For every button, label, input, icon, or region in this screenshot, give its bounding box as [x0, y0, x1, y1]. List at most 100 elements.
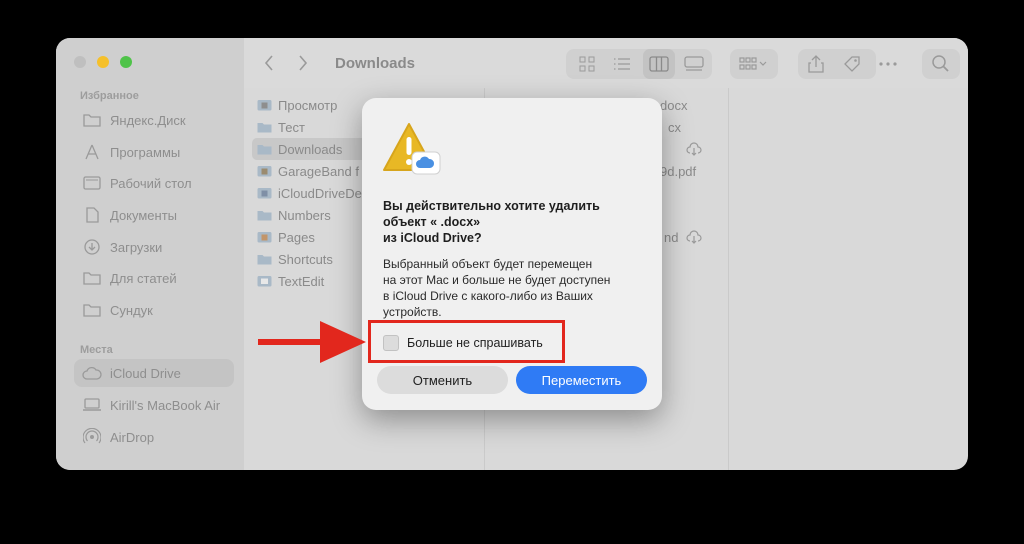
file-name: Тест — [278, 119, 305, 135]
app-folder-icon — [256, 165, 272, 178]
list-icon — [614, 58, 630, 70]
app-folder-icon — [256, 187, 272, 200]
sidebar-item-icloud-drive[interactable]: iCloud Drive — [74, 359, 234, 387]
document-icon — [82, 207, 102, 223]
applications-icon — [82, 144, 102, 160]
column-view-button[interactable] — [643, 49, 675, 79]
group-icon — [739, 57, 767, 70]
group-by-button[interactable] — [730, 49, 778, 79]
chevron-left-icon — [264, 55, 273, 71]
folder-icon — [82, 270, 102, 286]
app-folder-icon — [256, 253, 272, 266]
sidebar-item-desktop[interactable]: Рабочий стол — [74, 169, 234, 197]
annotation-arrow-icon — [258, 321, 366, 363]
sidebar-item-label: Сундук — [110, 302, 153, 318]
zoom-window-button[interactable] — [120, 56, 132, 68]
file-name-fragment: nd — [664, 230, 679, 245]
sidebar-item-macbook[interactable]: Kirill's MacBook Air — [74, 391, 234, 419]
sidebar-item-label: AirDrop — [110, 429, 155, 445]
ellipsis-icon — [879, 62, 897, 66]
list-item[interactable]: iCloudDriveDe — [256, 182, 362, 204]
list-item[interactable]: Тест — [256, 116, 305, 138]
icloud-download-icon[interactable] — [686, 142, 702, 161]
tag-button[interactable] — [838, 49, 866, 79]
file-name: iCloudDriveDe — [278, 185, 362, 201]
download-icon — [82, 239, 102, 255]
list-item[interactable]: Shortcuts — [256, 248, 333, 270]
sidebar-item-chest[interactable]: Сундук — [74, 296, 234, 324]
app-folder-icon — [256, 99, 272, 112]
tag-icon — [844, 56, 860, 72]
sidebar-item-label: Яндекс.Диск — [110, 112, 186, 128]
sidebar-item-yandex-disk[interactable]: Яндекс.Диск — [74, 106, 234, 134]
folder-icon — [82, 112, 102, 128]
file-name-fragment: cx — [668, 120, 681, 135]
file-name: Pages — [278, 229, 315, 245]
columns-icon — [649, 56, 669, 72]
delete-confirmation-dialog: Вы действительно хотите удалить объект «… — [362, 98, 662, 410]
icloud-icon — [82, 365, 102, 381]
file-name: Numbers — [278, 207, 331, 223]
desktop-icon — [82, 175, 102, 191]
file-name: GarageBand f — [278, 163, 359, 179]
list-item[interactable]: Просмотр — [256, 94, 337, 116]
sidebar-item-label: Загрузки — [110, 239, 163, 255]
list-item[interactable]: Numbers — [256, 204, 331, 226]
file-name: Просмотр — [278, 97, 338, 113]
folder-icon — [256, 121, 272, 134]
gallery-view-button[interactable] — [680, 49, 708, 79]
app-folder-icon — [256, 275, 272, 288]
sidebar-section-favorites: Избранное — [80, 90, 139, 102]
sidebar-item-applications[interactable]: Программы — [74, 138, 234, 166]
list-item[interactable]: TextEdit — [256, 270, 324, 292]
app-folder-icon — [256, 209, 272, 222]
sidebar-item-label: Программы — [110, 144, 181, 160]
file-name: TextEdit — [278, 273, 325, 289]
sidebar: Избранное Яндекс.Диск Программы Рабочий … — [56, 38, 244, 470]
column-divider — [728, 88, 729, 470]
folder-icon — [256, 143, 272, 156]
close-window-button[interactable] — [74, 56, 86, 68]
search-icon — [932, 55, 949, 72]
sidebar-section-places: Места — [80, 344, 113, 356]
sidebar-item-airdrop[interactable]: AirDrop — [74, 423, 234, 451]
file-name-fragment: 9d.pdf — [660, 164, 697, 179]
cancel-button[interactable]: Отменить — [377, 366, 508, 394]
forward-button[interactable] — [292, 52, 314, 74]
search-button[interactable] — [922, 49, 960, 79]
dialog-message-line: Выбранный объект будет перемещен — [383, 257, 593, 271]
back-button[interactable] — [258, 52, 280, 74]
dialog-message-line: устройств. — [383, 305, 442, 319]
more-actions-button[interactable] — [874, 49, 902, 79]
sidebar-item-label: Kirill's MacBook Air — [110, 397, 221, 413]
sidebar-item-label: iCloud Drive — [110, 365, 181, 381]
file-name-fragment: docx — [660, 98, 688, 113]
file-name: Downloads — [278, 141, 343, 157]
sidebar-item-documents[interactable]: Документы — [74, 201, 234, 229]
gallery-icon — [684, 56, 704, 71]
list-item[interactable]: Pages — [256, 226, 315, 248]
list-item[interactable]: GarageBand f — [256, 160, 359, 182]
sidebar-item-downloads[interactable]: Загрузки — [74, 233, 234, 261]
dialog-title: Вы действительно хотите удалить объект «… — [383, 198, 643, 246]
airdrop-icon — [82, 428, 102, 445]
dialog-message-line: на этот Mac и больше не будет доступен — [383, 273, 611, 287]
dialog-message-line: в iCloud Drive с какого-либо из Ваших — [383, 289, 593, 303]
dialog-message: Выбранный объект будет перемещен на этот… — [383, 256, 648, 320]
dialog-title-line: из iCloud Drive? — [383, 231, 482, 245]
sidebar-item-label: Для статей — [110, 270, 177, 286]
file-name: Shortcuts — [278, 251, 333, 267]
share-button[interactable] — [802, 49, 830, 79]
list-view-button[interactable] — [609, 49, 635, 79]
sidebar-item-label: Документы — [110, 207, 178, 223]
move-button[interactable]: Переместить — [516, 366, 647, 394]
icon-view-button[interactable] — [574, 49, 600, 79]
sidebar-item-for-articles[interactable]: Для статей — [74, 264, 234, 292]
icloud-download-icon[interactable] — [686, 230, 702, 249]
window-title: Downloads — [335, 55, 416, 72]
laptop-icon — [82, 397, 102, 413]
chevron-right-icon — [299, 55, 308, 71]
app-folder-icon — [256, 231, 272, 244]
minimize-window-button[interactable] — [97, 56, 109, 68]
share-icon — [808, 55, 824, 73]
